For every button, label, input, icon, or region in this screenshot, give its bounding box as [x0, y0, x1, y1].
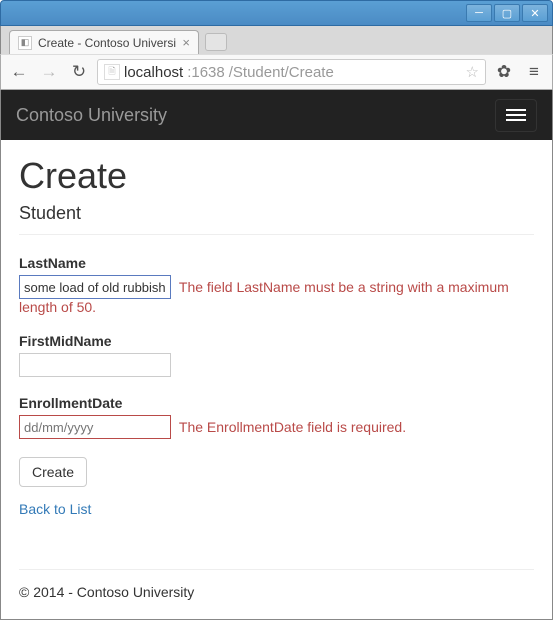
new-tab-button[interactable] — [205, 33, 227, 51]
hamburger-bar-icon — [506, 114, 526, 116]
settings-gear-icon[interactable]: ✿ — [492, 60, 516, 84]
navbar-brand[interactable]: Contoso University — [16, 105, 167, 126]
back-button[interactable]: ← — [7, 60, 31, 84]
url-path: /Student/Create — [229, 64, 334, 81]
lastname-group: LastName The field LastName must be a st… — [19, 255, 534, 315]
page-scroll-area[interactable]: Contoso University Create Student LastNa… — [1, 90, 552, 619]
page-favicon: ◧ — [18, 36, 32, 50]
page-subheading: Student — [19, 203, 534, 224]
window-maximize-button[interactable]: ▢ — [494, 4, 520, 22]
browser-viewport: Contoso University Create Student LastNa… — [0, 90, 553, 620]
firstmidname-input[interactable] — [19, 353, 171, 377]
window-minimize-button[interactable]: ─ — [466, 4, 492, 22]
url-port: :1638 — [187, 64, 225, 81]
lastname-input[interactable] — [19, 275, 171, 299]
enrollmentdate-input[interactable] — [19, 415, 171, 439]
hamburger-bar-icon — [506, 109, 526, 111]
address-bar[interactable]: 🗎 localhost:1638/Student/Create ☆ — [97, 59, 486, 85]
create-button[interactable]: Create — [19, 457, 87, 487]
firstmidname-group: FirstMidName — [19, 333, 534, 377]
browser-tab[interactable]: ◧ Create - Contoso Universit × — [9, 30, 199, 54]
window-titlebar: ─ ▢ ✕ — [0, 0, 553, 26]
url-host: localhost — [124, 64, 183, 81]
enrollmentdate-label: EnrollmentDate — [19, 395, 534, 411]
site-navbar: Contoso University — [1, 90, 552, 140]
page-content: Create Student LastName The field LastNa… — [1, 140, 552, 547]
page-heading: Create — [19, 155, 534, 197]
hamburger-bar-icon — [506, 119, 526, 121]
page-icon: 🗎 — [104, 64, 120, 80]
firstmidname-label: FirstMidName — [19, 333, 534, 349]
enrollmentdate-error: The EnrollmentDate field is required. — [179, 419, 406, 435]
reload-button[interactable]: ↻ — [67, 60, 91, 84]
browser-tab-bar: ◧ Create - Contoso Universit × — [0, 26, 553, 54]
navbar-toggle-button[interactable] — [495, 99, 537, 132]
window-close-button[interactable]: ✕ — [522, 4, 548, 22]
footer-text: © 2014 - Contoso University — [19, 584, 194, 600]
forward-button[interactable]: → — [37, 60, 61, 84]
tab-title: Create - Contoso Universit — [38, 36, 176, 50]
menu-icon[interactable]: ≡ — [522, 60, 546, 84]
page-footer: © 2014 - Contoso University — [19, 569, 534, 619]
bookmark-star-icon[interactable]: ☆ — [466, 63, 479, 81]
tab-close-icon[interactable]: × — [182, 35, 190, 50]
divider — [19, 234, 534, 235]
lastname-label: LastName — [19, 255, 534, 271]
browser-toolbar: ← → ↻ 🗎 localhost:1638/Student/Create ☆ … — [0, 54, 553, 90]
back-to-list-link[interactable]: Back to List — [19, 501, 91, 517]
enrollmentdate-group: EnrollmentDate The EnrollmentDate field … — [19, 395, 534, 439]
